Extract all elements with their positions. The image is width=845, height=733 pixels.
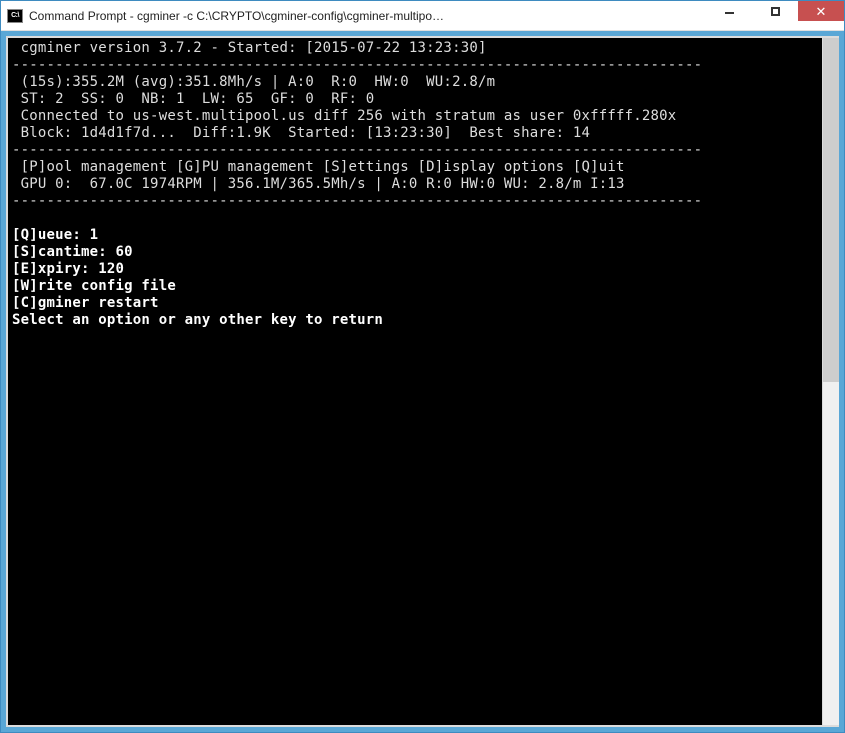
separator: ----------------------------------------… [12,57,702,73]
close-icon: ✕ [816,5,827,18]
cmd-icon: C:\ [7,9,23,23]
minimize-icon [725,12,734,14]
window-body: cgminer version 3.7.2 - Started: [2015-0… [1,31,844,732]
titlebar[interactable]: C:\ Command Prompt - cgminer -c C:\CRYPT… [1,1,844,31]
minimize-button[interactable] [706,1,752,21]
close-button[interactable]: ✕ [798,1,844,21]
window-title: Command Prompt - cgminer -c C:\CRYPTO\cg… [29,9,444,23]
version-line: cgminer version 3.7.2 - Started: [2015-0… [12,40,487,56]
select-prompt: Select an option or any other key to ret… [12,312,383,328]
stats-line-2: ST: 2 SS: 0 NB: 1 LW: 65 GF: 0 RF: 0 [12,91,374,107]
menu-line: [P]ool management [G]PU management [S]et… [12,159,625,175]
gpu-line: GPU 0: 67.0C 1974RPM | 356.1M/365.5Mh/s … [12,176,625,192]
connection-line: Connected to us-west.multipool.us diff 2… [12,108,676,124]
stats-line-1: (15s):355.2M (avg):351.8Mh/s | A:0 R:0 H… [12,74,495,90]
option-write: [W]rite config file [12,278,176,294]
vertical-scrollbar[interactable] [822,38,839,725]
option-queue: [Q]ueue: 1 [12,227,98,243]
terminal-output[interactable]: cgminer version 3.7.2 - Started: [2015-0… [8,38,822,725]
maximize-icon [771,7,780,16]
app-window: C:\ Command Prompt - cgminer -c C:\CRYPT… [0,0,845,733]
terminal-frame: cgminer version 3.7.2 - Started: [2015-0… [6,36,839,727]
window-controls: ✕ [706,1,844,30]
option-expiry: [E]xpiry: 120 [12,261,124,277]
separator: ----------------------------------------… [12,142,702,158]
option-restart: [C]gminer restart [12,295,159,311]
maximize-button[interactable] [752,1,798,21]
block-line: Block: 1d4d1f7d... Diff:1.9K Started: [1… [12,125,590,141]
option-scantime: [S]cantime: 60 [12,244,133,260]
separator: ----------------------------------------… [12,193,702,209]
titlebar-left: C:\ Command Prompt - cgminer -c C:\CRYPT… [1,9,706,23]
scrollbar-thumb[interactable] [823,38,839,382]
